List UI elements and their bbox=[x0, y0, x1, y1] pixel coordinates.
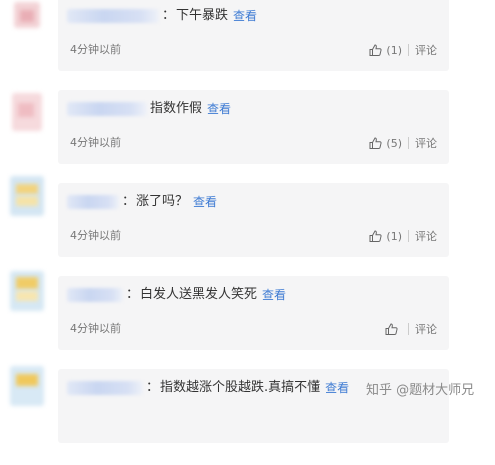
timestamp: 4分钟以前 bbox=[70, 43, 121, 56]
comment-text: 指数作假 查看 bbox=[67, 100, 231, 118]
like-count: (1) bbox=[386, 43, 402, 57]
divider bbox=[408, 323, 409, 335]
username[interactable] bbox=[67, 9, 159, 23]
comment-content: 涨了吗？ bbox=[136, 194, 189, 209]
avatar[interactable] bbox=[6, 366, 46, 406]
like-button[interactable]: (1) bbox=[369, 44, 402, 57]
username[interactable] bbox=[67, 288, 123, 302]
view-link[interactable]: 查看 bbox=[262, 286, 286, 304]
view-link[interactable]: 查看 bbox=[193, 193, 217, 211]
reply-button[interactable]: 评论 bbox=[415, 228, 437, 244]
view-link[interactable]: 查看 bbox=[207, 100, 231, 118]
avatar[interactable] bbox=[6, 93, 46, 133]
reply-button[interactable]: 评论 bbox=[415, 135, 437, 151]
divider bbox=[408, 230, 409, 242]
comment-item: ： 涨了吗？ 查看 4分钟以前 (1) 评论 bbox=[0, 176, 495, 279]
divider bbox=[408, 137, 409, 149]
reply-button[interactable]: 评论 bbox=[415, 321, 437, 337]
comment-card: ： 指数越涨个股越跌.真搞不懂 查看 bbox=[58, 369, 449, 443]
view-link[interactable]: 查看 bbox=[325, 379, 349, 397]
comment-content: 白发人送黑发人笑死 bbox=[140, 287, 258, 302]
divider bbox=[408, 44, 409, 56]
username[interactable] bbox=[67, 102, 147, 116]
comment-feed: ： 下午暴跌 查看 4分钟以前 (1) 评论 指数作假 查看 4分钟以前 (5)… bbox=[0, 0, 495, 443]
comment-item: ： 下午暴跌 查看 4分钟以前 (1) 评论 bbox=[0, 0, 495, 93]
comment-content: 下午暴跌 bbox=[176, 8, 229, 23]
comment-card: ： 下午暴跌 查看 4分钟以前 (1) 评论 bbox=[58, 0, 449, 71]
comment-text: ： 指数越涨个股越跌.真搞不懂 查看 bbox=[67, 379, 349, 397]
watermark: 知乎 @题材大师兄 bbox=[366, 383, 475, 398]
comment-text: ： 涨了吗？ 查看 bbox=[67, 193, 217, 211]
comment-content: 指数作假 bbox=[150, 101, 203, 116]
comment-item: 指数作假 查看 4分钟以前 (5) 评论 bbox=[0, 90, 495, 186]
comment-content: 指数越涨个股越跌.真搞不懂 bbox=[160, 380, 321, 395]
comment-text: ： 白发人送黑发人笑死 查看 bbox=[67, 286, 286, 304]
username[interactable] bbox=[67, 195, 119, 209]
thumbs-up-icon bbox=[369, 44, 382, 56]
reply-button[interactable]: 评论 bbox=[415, 42, 437, 58]
view-link[interactable]: 查看 bbox=[233, 7, 257, 25]
comment-actions: (1) 评论 bbox=[369, 42, 437, 58]
comment-text: ： 下午暴跌 查看 bbox=[67, 7, 257, 25]
comment-actions: (5) 评论 bbox=[369, 135, 437, 151]
comment-card: ： 涨了吗？ 查看 4分钟以前 (1) 评论 bbox=[58, 183, 449, 257]
comment-actions: 评论 bbox=[385, 321, 437, 337]
timestamp: 4分钟以前 bbox=[70, 229, 121, 242]
like-button[interactable] bbox=[385, 323, 402, 335]
avatar[interactable] bbox=[6, 2, 46, 42]
username[interactable] bbox=[67, 381, 143, 395]
like-button[interactable]: (5) bbox=[369, 137, 402, 150]
timestamp: 4分钟以前 bbox=[70, 322, 121, 335]
like-count: (1) bbox=[386, 229, 402, 243]
timestamp: 4分钟以前 bbox=[70, 136, 121, 149]
comment-item: ： 白发人送黑发人笑死 查看 4分钟以前 评论 bbox=[0, 271, 495, 372]
like-button[interactable]: (1) bbox=[369, 230, 402, 243]
comment-card: 指数作假 查看 4分钟以前 (5) 评论 bbox=[58, 90, 449, 164]
avatar[interactable] bbox=[6, 271, 46, 311]
thumbs-up-icon bbox=[369, 230, 382, 242]
avatar[interactable] bbox=[6, 176, 46, 216]
like-count: (5) bbox=[386, 136, 402, 150]
thumbs-up-icon bbox=[369, 137, 382, 149]
thumbs-up-icon bbox=[385, 323, 398, 335]
comment-actions: (1) 评论 bbox=[369, 228, 437, 244]
comment-card: ： 白发人送黑发人笑死 查看 4分钟以前 评论 bbox=[58, 276, 449, 350]
